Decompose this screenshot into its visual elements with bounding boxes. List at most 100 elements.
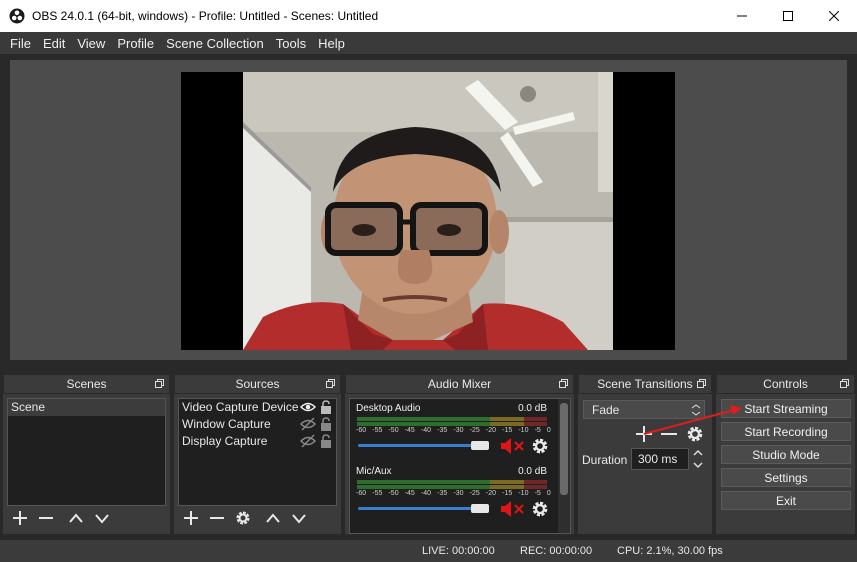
- move-scene-up-button[interactable]: [63, 507, 89, 529]
- audio-mixer-title: Audio Mixer: [427, 377, 492, 391]
- controls-title: Controls: [763, 377, 808, 391]
- channel-name: Mic/Aux: [356, 466, 392, 477]
- scenes-toolbar: [7, 507, 115, 529]
- plus-icon: [184, 511, 198, 525]
- volume-meter: [357, 417, 547, 421]
- duration-input[interactable]: 300 ms: [631, 448, 689, 470]
- spin-arrows-icon[interactable]: [691, 448, 705, 470]
- scenes-list[interactable]: Scene: [7, 398, 166, 506]
- volume-meter: [357, 485, 547, 489]
- volume-slider-handle[interactable]: [471, 504, 489, 513]
- window-title: OBS 24.0.1 (64-bit, windows) - Profile: …: [32, 9, 379, 23]
- chevron-up-icon: [266, 513, 280, 523]
- float-dock-icon[interactable]: [326, 379, 335, 388]
- scenes-title: Scenes: [66, 377, 107, 391]
- mixer-channel-mic-aux: Mic/Aux 0.0 dB -60 -55 -50 -45 -40 -35 -30 -25-…: [350, 462, 553, 526]
- float-dock-icon[interactable]: [559, 379, 568, 388]
- lock-icon[interactable]: [320, 417, 332, 431]
- preview-canvas[interactable]: [181, 72, 675, 350]
- title-bar: OBS 24.0.1 (64-bit, windows) - Profile: …: [0, 0, 857, 32]
- transitions-dock-title: Scene Transitions: [578, 374, 712, 394]
- lock-icon[interactable]: [320, 400, 332, 414]
- move-source-up-button[interactable]: [260, 507, 286, 529]
- menu-bar: File Edit View Profile Scene Collection …: [0, 32, 857, 54]
- minus-icon: [39, 517, 53, 519]
- audio-mixer-dock-title: Audio Mixer: [345, 374, 574, 394]
- gear-icon[interactable]: [531, 437, 549, 455]
- list-item[interactable]: Display Capture: [179, 433, 336, 450]
- status-bar: LIVE: 00:00:00 REC: 00:00:00 CPU: 2.1%, …: [0, 540, 857, 562]
- menu-tools[interactable]: Tools: [270, 36, 312, 51]
- studio-mode-button[interactable]: Studio Mode: [721, 445, 851, 464]
- eye-hidden-icon[interactable]: [300, 434, 316, 448]
- duration-label: Duration: [582, 453, 628, 467]
- gear-icon: [236, 511, 250, 525]
- maximize-button[interactable]: [765, 0, 811, 32]
- list-item[interactable]: Scene: [8, 399, 165, 416]
- meter-scale: -60 -55 -50 -45 -40 -35 -30 -25 -20 -15 -10 -5 0: [356, 427, 551, 434]
- float-dock-icon[interactable]: [840, 379, 849, 388]
- list-item[interactable]: Window Capture: [179, 416, 336, 433]
- list-item[interactable]: Video Capture Device: [179, 399, 336, 416]
- menu-profile[interactable]: Profile: [111, 36, 160, 51]
- audio-mixer-dock: Desktop Audio 0.0 dB -60 -55 -50 -45 -40 -35-…: [345, 394, 574, 534]
- source-properties-button[interactable]: [230, 507, 256, 529]
- channel-db: 0.0 dB: [518, 466, 547, 477]
- volume-slider[interactable]: [358, 507, 486, 510]
- lock-icon[interactable]: [320, 434, 332, 448]
- meter-scale: -60 -55 -50 -45 -40 -35 -30 -25 -20 -15 -10 -5 0: [356, 490, 551, 497]
- chevron-down-icon: [95, 514, 109, 524]
- audio-mixer-list: Desktop Audio 0.0 dB -60 -55 -50 -45 -40 -35-…: [349, 398, 571, 534]
- menu-help[interactable]: Help: [312, 36, 351, 51]
- maximize-icon: [783, 11, 793, 21]
- sources-title: Sources: [235, 377, 280, 391]
- move-scene-down-button[interactable]: [89, 507, 115, 529]
- cpu-status: CPU: 2.1%, 30.00 fps: [617, 545, 723, 557]
- mixer-scrollbar[interactable]: [558, 399, 570, 533]
- webcam-feed-image: [243, 72, 613, 350]
- scenes-dock: Scene: [3, 394, 170, 534]
- scenes-dock-title: Scenes: [3, 374, 170, 394]
- sources-list[interactable]: Video Capture Device Window Capture Disp…: [178, 398, 337, 506]
- preview-area[interactable]: [10, 60, 847, 360]
- annotation-arrow: [643, 405, 742, 435]
- remove-scene-button[interactable]: [33, 507, 59, 529]
- menu-view[interactable]: View: [71, 36, 111, 51]
- minimize-button[interactable]: [719, 0, 765, 32]
- rec-timer: REC: 00:00:00: [520, 545, 593, 557]
- settings-button[interactable]: Settings: [721, 468, 851, 487]
- mute-icon[interactable]: [500, 437, 526, 455]
- menu-edit[interactable]: Edit: [37, 36, 71, 51]
- gear-icon[interactable]: [531, 500, 549, 518]
- eye-icon[interactable]: [300, 400, 316, 414]
- volume-slider[interactable]: [358, 444, 486, 447]
- volume-meter: [357, 422, 547, 426]
- channel-db: 0.0 dB: [518, 403, 547, 414]
- live-timer: LIVE: 00:00:00: [422, 545, 495, 557]
- minus-icon: [210, 517, 224, 519]
- controls-dock-title: Controls: [716, 374, 855, 394]
- close-button[interactable]: [811, 0, 857, 32]
- float-dock-icon[interactable]: [155, 379, 164, 388]
- plus-icon: [13, 511, 27, 525]
- add-scene-button[interactable]: [7, 507, 33, 529]
- eye-hidden-icon[interactable]: [300, 417, 316, 431]
- add-source-button[interactable]: [178, 507, 204, 529]
- exit-button[interactable]: Exit: [721, 491, 851, 510]
- volume-slider-handle[interactable]: [471, 441, 489, 450]
- volume-meter: [357, 480, 547, 484]
- menu-scene-collection[interactable]: Scene Collection: [160, 36, 270, 51]
- menu-file[interactable]: File: [4, 36, 37, 51]
- obs-logo-icon: [9, 8, 25, 24]
- sources-dock: Video Capture Device Window Capture Disp…: [174, 394, 341, 534]
- remove-source-button[interactable]: [204, 507, 230, 529]
- mixer-channel-desktop-audio: Desktop Audio 0.0 dB -60 -55 -50 -45 -40 -35-…: [350, 399, 553, 463]
- mute-icon[interactable]: [500, 500, 526, 518]
- channel-name: Desktop Audio: [356, 403, 421, 414]
- move-source-down-button[interactable]: [286, 507, 312, 529]
- chevron-up-icon: [69, 513, 83, 523]
- float-dock-icon[interactable]: [697, 379, 706, 388]
- transitions-title: Scene Transitions: [597, 377, 693, 391]
- scrollbar-thumb[interactable]: [560, 403, 568, 495]
- minimize-icon: [737, 15, 747, 17]
